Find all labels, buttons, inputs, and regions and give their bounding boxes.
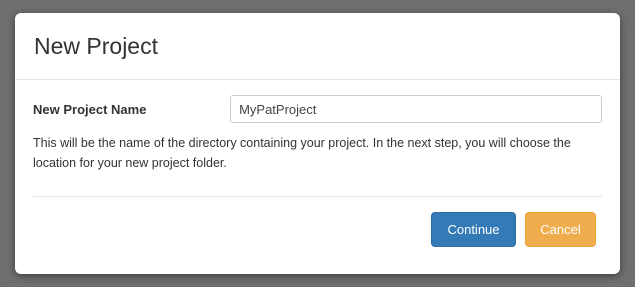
new-project-dialog: New Project New Project Name This will b… — [15, 13, 620, 274]
continue-button[interactable]: Continue — [431, 212, 516, 247]
project-name-row: New Project Name — [33, 95, 602, 123]
project-name-label: New Project Name — [33, 101, 147, 117]
cancel-button[interactable]: Cancel — [525, 212, 596, 247]
dialog-footer: Continue Cancel — [33, 196, 602, 274]
modal-backdrop: New Project New Project Name This will b… — [0, 0, 635, 287]
dialog-body: New Project Name This will be the name o… — [15, 80, 620, 173]
help-text: This will be the name of the directory c… — [33, 136, 571, 170]
project-name-input[interactable] — [230, 95, 602, 123]
dialog-header: New Project — [15, 13, 620, 80]
dialog-title: New Project — [34, 33, 158, 59]
